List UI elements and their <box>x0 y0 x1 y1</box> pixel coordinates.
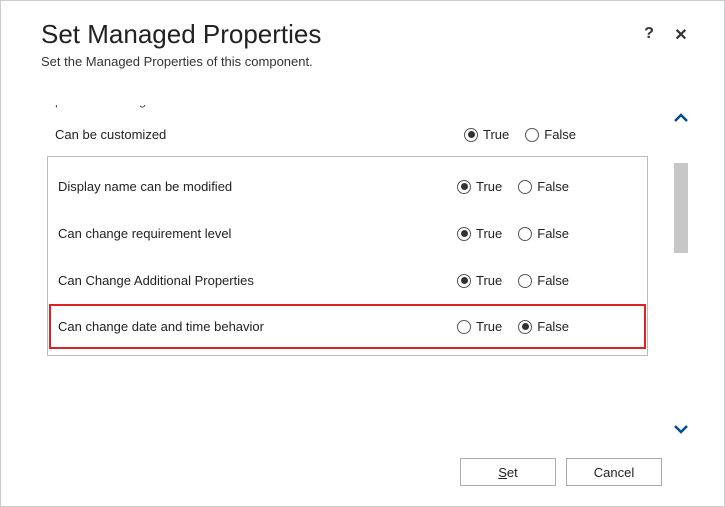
radio-false[interactable]: False <box>518 319 569 334</box>
radio-true[interactable]: True <box>457 319 502 334</box>
dialog-header: Set Managed Properties Set the Managed P… <box>41 19 696 105</box>
prop-label: Can change requirement level <box>58 226 457 241</box>
radio-icon <box>457 227 471 241</box>
prop-label: Can change date and time behavior <box>58 319 457 334</box>
radio-false[interactable]: False <box>518 179 569 194</box>
sub-prop-row: Can change date and time behaviorTrue Fal… <box>49 304 646 349</box>
prop-label: Display name can be modified <box>58 179 457 194</box>
header-controls: ? ✕ <box>640 25 690 45</box>
prop-label: Can Change Additional Properties <box>58 273 457 288</box>
content-region: part of a managed solution. Can be custo… <box>41 105 696 442</box>
radio-icon <box>464 128 478 142</box>
radio-icon <box>457 274 471 288</box>
sub-properties-box: Display name can be modifiedTrueFalseCan… <box>47 156 648 356</box>
set-button[interactable]: Set <box>460 458 556 486</box>
radio-true[interactable]: True <box>457 273 502 288</box>
radio-group: True False <box>457 273 637 288</box>
truncated-text: part of a managed solution. <box>55 105 644 111</box>
properties-body: part of a managed solution. Can be custo… <box>41 105 658 442</box>
scroll-up-icon[interactable] <box>673 109 689 127</box>
radio-icon <box>518 320 532 334</box>
radio-group: True False <box>457 226 637 241</box>
cancel-button[interactable]: Cancel <box>566 458 662 486</box>
radio-true[interactable]: True <box>457 179 502 194</box>
scroll-down-icon[interactable] <box>673 420 689 438</box>
radio-true[interactable]: True <box>464 127 509 142</box>
scroll-track[interactable] <box>674 133 688 414</box>
radio-icon <box>518 180 532 194</box>
sub-prop-row: Can change requirement levelTrue False <box>58 210 637 257</box>
help-icon[interactable]: ? <box>640 25 658 45</box>
dialog-subtitle: Set the Managed Properties of this compo… <box>41 54 321 69</box>
radio-icon <box>518 274 532 288</box>
radio-false[interactable]: False <box>525 127 576 142</box>
close-icon[interactable]: ✕ <box>672 25 690 45</box>
radio-true[interactable]: True <box>457 226 502 241</box>
vertical-scrollbar <box>666 105 696 442</box>
dialog-footer: Set Cancel <box>41 442 696 506</box>
radio-icon <box>457 320 471 334</box>
radio-group: True False <box>457 179 637 194</box>
dialog-title: Set Managed Properties <box>41 19 321 50</box>
radio-false[interactable]: False <box>518 273 569 288</box>
scroll-thumb[interactable] <box>674 163 688 253</box>
radio-group: True False <box>457 319 637 334</box>
managed-properties-dialog: Set Managed Properties Set the Managed P… <box>1 1 724 506</box>
radio-group: True False <box>464 127 644 142</box>
row-can-be-customized: Can be customized True False <box>55 121 644 148</box>
prop-label: Can be customized <box>55 127 464 142</box>
sub-prop-row: Display name can be modifiedTrue False <box>58 163 637 210</box>
radio-icon <box>525 128 539 142</box>
sub-prop-row: Can Change Additional PropertiesTrue Fals… <box>58 257 637 304</box>
radio-icon <box>457 180 471 194</box>
radio-false[interactable]: False <box>518 226 569 241</box>
radio-icon <box>518 227 532 241</box>
